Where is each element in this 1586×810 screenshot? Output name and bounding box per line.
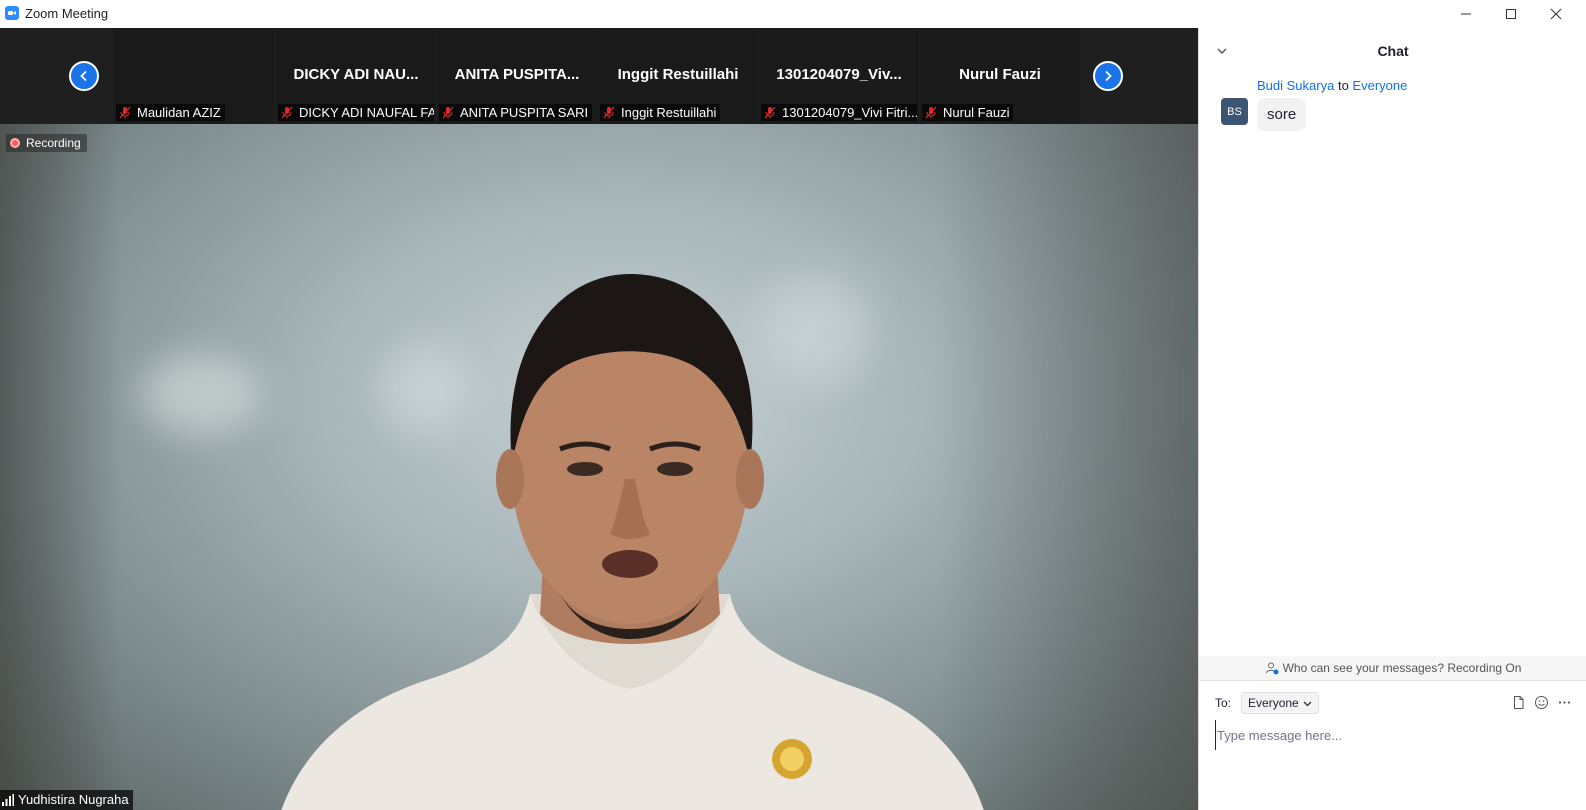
microphone-muted-icon [603,106,615,119]
participant-label: DICKY ADI NAUFAL FA... [278,104,434,121]
participant-label-text: Nurul Fauzi [943,105,1010,120]
participant-display-name: 1301204079_Viv... [776,66,902,83]
message-input[interactable] [1215,720,1571,750]
participant-tile[interactable]: Maulidan AZIZ [114,28,274,124]
participant-display-name: Nurul Fauzi [959,66,1041,83]
participant-label-text: Maulidan AZIZ [137,105,221,120]
microphone-muted-icon [119,106,131,119]
person-privacy-icon [1265,662,1279,675]
chevron-right-icon [1105,70,1112,82]
chat-header: Chat [1199,28,1586,72]
close-icon [1550,8,1562,20]
maximize-icon [1506,9,1516,19]
speaker-figure [281,274,984,810]
signal-strength-icon [2,794,14,806]
participant-tile[interactable]: ANITA PUSPITA... ANITA PUSPITA SARI [437,28,597,124]
message-bubble: sore [1257,98,1307,131]
title-bar: Zoom Meeting [0,0,1586,28]
message-sender[interactable]: Budi Sukarya [1257,78,1334,93]
participant-label: Nurul Fauzi [922,104,1014,121]
recording-dot-icon [10,138,20,148]
minimize-icon [1461,13,1471,15]
chat-title: Chat [1377,43,1409,59]
participant-label: Inggit Restuillahi [600,104,721,121]
message-recipient[interactable]: Everyone [1352,78,1407,93]
participant-label: Maulidan AZIZ [116,104,225,121]
video-background-shade [0,124,120,810]
message-header: Budi Sukarya to Everyone [1257,78,1407,93]
recipient-dropdown[interactable]: Everyone [1241,692,1319,714]
participant-label-text: 1301204079_Vivi Fitri... [782,105,917,120]
file-icon[interactable] [1511,695,1526,710]
speaker-name: Yudhistira Nugraha [18,792,129,807]
recording-label: Recording [26,136,81,150]
close-button[interactable] [1533,0,1579,28]
active-speaker-video[interactable]: Recording Yudhistira Nugraha [0,124,1198,810]
participant-label: 1301204079_Vivi Fitri... [761,104,917,121]
participant-display-name: Inggit Restuillahi [617,66,739,83]
privacy-notice-text: Who can see your messages? Recording On [1282,661,1522,675]
message-to-word: to [1337,78,1349,93]
microphone-muted-icon [925,106,937,119]
participant-tile[interactable]: Inggit Restuillahi Inggit Restuillahi [598,28,758,124]
recipient-value: Everyone [1248,696,1299,710]
chat-panel: Chat Budi Sukarya to Everyone BS sore Wh… [1198,28,1586,810]
participant-display-name: ANITA PUSPITA... [454,66,580,83]
participant-label-text: DICKY ADI NAUFAL FA... [299,105,434,120]
chevron-down-icon [1303,701,1312,706]
background-light [140,354,260,434]
participant-tile[interactable]: Nurul Fauzi Nurul Fauzi [920,28,1080,124]
participant-tile[interactable]: 1301204079_Viv... 1301204079_Vivi Fitri.… [759,28,919,124]
microphone-muted-icon [281,106,293,119]
avatar: BS [1221,98,1248,125]
next-page-button[interactable] [1093,61,1123,91]
participant-label: ANITA PUSPITA SARI [439,104,593,121]
participant-label-text: Inggit Restuillahi [621,105,717,120]
emoji-icon[interactable] [1534,695,1549,710]
participant-tile[interactable]: DICKY ADI NAU... DICKY ADI NAUFAL FA... [276,28,436,124]
recording-indicator: Recording [6,134,87,152]
chevron-left-icon [80,70,87,82]
more-icon[interactable] [1557,695,1572,710]
recipient-row: To: Everyone [1215,692,1319,714]
window-title: Zoom Meeting [25,6,109,21]
participant-display-name: DICKY ADI NAU... [293,66,419,83]
participant-strip: Maulidan AZIZ DICKY ADI NAU... DICKY ADI… [0,28,1198,124]
chat-tools [1511,695,1572,710]
zoom-camera-icon [5,6,19,20]
participant-label-text: ANITA PUSPITA SARI [460,105,589,120]
speaker-name-label: Yudhistira Nugraha [0,790,133,810]
microphone-muted-icon [764,106,776,119]
minimize-button[interactable] [1443,0,1489,28]
maximize-button[interactable] [1488,0,1534,28]
divider [1199,680,1586,681]
previous-page-button[interactable] [69,61,99,91]
microphone-muted-icon [442,106,454,119]
privacy-notice[interactable]: Who can see your messages? Recording On [1199,656,1586,680]
meeting-area: Maulidan AZIZ DICKY ADI NAU... DICKY ADI… [0,28,1198,810]
to-label: To: [1215,696,1232,710]
